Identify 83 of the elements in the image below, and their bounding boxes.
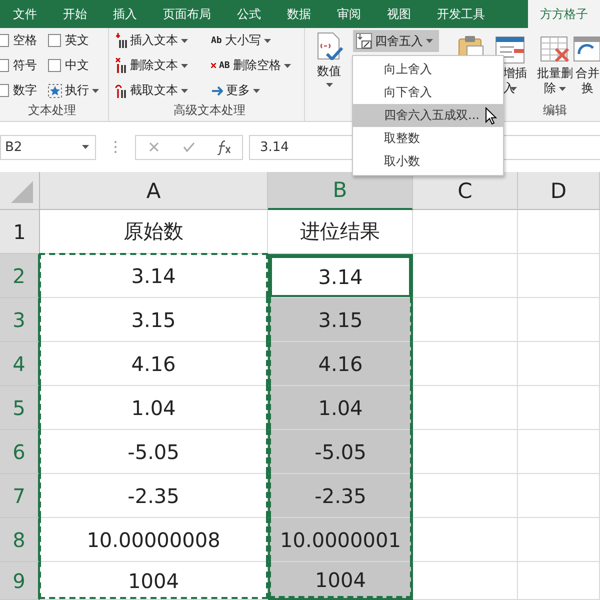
column-header[interactable]: C	[413, 172, 518, 210]
round-dropdown[interactable]: 四舍五入	[353, 30, 439, 52]
execute-button[interactable]: 执行	[48, 82, 108, 99]
checkbox-label: 英文	[65, 32, 89, 49]
ribbon-tab[interactable]: 数据	[274, 0, 324, 28]
column-header[interactable]: B	[268, 172, 413, 210]
ribbon-tab[interactable]: 文件	[0, 0, 50, 28]
caret-icon	[181, 88, 188, 92]
row-header[interactable]: 2	[0, 254, 40, 298]
ribbon-button[interactable]: 合并 换	[575, 34, 600, 101]
table-cell: 10.0000001	[268, 518, 413, 562]
group-label: 高级文本处理	[172, 102, 246, 119]
row-header[interactable]: 5	[0, 386, 40, 430]
column-header[interactable]: D	[518, 172, 600, 210]
row-header[interactable]: 7	[0, 474, 40, 518]
caret-icon	[253, 88, 260, 92]
table-cell: 3.14	[268, 254, 413, 298]
group-label: 编辑	[543, 102, 567, 119]
menu-item[interactable]: 向下舍入	[353, 81, 503, 104]
command-button[interactable]: Ab 大小写	[211, 32, 299, 49]
command-button[interactable]: 更多	[211, 82, 299, 99]
menu-item[interactable]: 取小数	[353, 150, 503, 173]
name-box[interactable]: B2	[0, 134, 96, 160]
row-header[interactable]: 4	[0, 342, 40, 386]
icon-letters: Ab	[211, 36, 222, 46]
caret-icon	[284, 64, 291, 68]
value-button[interactable]: 数值	[309, 28, 349, 121]
group-label: 文本处理	[27, 102, 77, 119]
menu-item[interactable]: 向上舍入	[353, 58, 503, 81]
column-header[interactable]: A	[40, 172, 268, 210]
text-column-icon	[115, 58, 127, 74]
caret-icon	[426, 39, 433, 43]
command-button[interactable]: 删除文本	[115, 57, 211, 74]
row-header[interactable]: 6	[0, 430, 40, 474]
checkbox-label: 空格	[13, 32, 37, 49]
star-icon	[48, 84, 62, 98]
table-cell: 原始数	[40, 210, 268, 254]
ribbon-tab[interactable]: 插入	[100, 0, 150, 28]
ribbon-tab[interactable]: 审阅	[324, 0, 374, 28]
checkbox-label: 符号	[13, 57, 37, 74]
menu-item[interactable]: 四舍六入五成双...	[353, 104, 503, 127]
table-cell: 1004	[40, 562, 268, 600]
table-cell: -2.35	[268, 474, 413, 518]
grip-icon	[114, 140, 117, 154]
checkbox-label: 数字	[13, 82, 37, 99]
ribbon-tab[interactable]: 开始	[50, 0, 100, 28]
row-header[interactable]: 9	[0, 562, 40, 600]
caret-icon	[181, 64, 188, 68]
table-cell: 3.15	[268, 298, 413, 342]
caret-icon	[92, 88, 99, 92]
table-cell: 1004	[268, 562, 413, 600]
pointer-icon	[485, 107, 497, 125]
checkbox-label: 中文	[65, 57, 89, 74]
ribbon-tab[interactable]: 页面布局	[150, 0, 224, 28]
row-header[interactable]: 1	[0, 210, 40, 254]
command-button[interactable]: AB 删除空格	[211, 57, 299, 74]
text-column-icon	[115, 82, 127, 98]
table-cell: 3.14	[40, 254, 268, 298]
text-column-icon	[115, 32, 127, 48]
ribbon-tab[interactable]: 开发工具	[424, 0, 498, 28]
row-header[interactable]: 8	[0, 518, 40, 562]
caret-icon	[82, 145, 89, 149]
menu-item[interactable]: 取整数	[353, 127, 503, 150]
caret-icon	[326, 83, 332, 87]
command-button[interactable]: 截取文本	[115, 82, 211, 99]
ribbon-tab[interactable]: 视图	[374, 0, 424, 28]
caret-icon	[264, 38, 271, 42]
table-cell: 4.16	[268, 342, 413, 386]
command-button[interactable]: 插入文本	[115, 32, 211, 49]
icon-letters: AB	[219, 60, 230, 70]
table-cell: 1.04	[268, 386, 413, 430]
ribbon-tab[interactable]: 公式	[224, 0, 274, 28]
ribbon-button[interactable]: 批量删 除	[537, 34, 573, 101]
table-cell: -5.05	[268, 430, 413, 474]
function-icon	[216, 139, 232, 155]
cross-icon	[211, 63, 216, 68]
ribbon-tab[interactable]: 方方格子	[528, 0, 600, 28]
checkbox[interactable]	[48, 59, 61, 72]
checkbox[interactable]	[48, 34, 61, 47]
caret-icon	[181, 38, 188, 42]
row-header[interactable]: 3	[0, 298, 40, 342]
caret-icon	[559, 86, 566, 90]
document-check-icon	[315, 32, 343, 60]
